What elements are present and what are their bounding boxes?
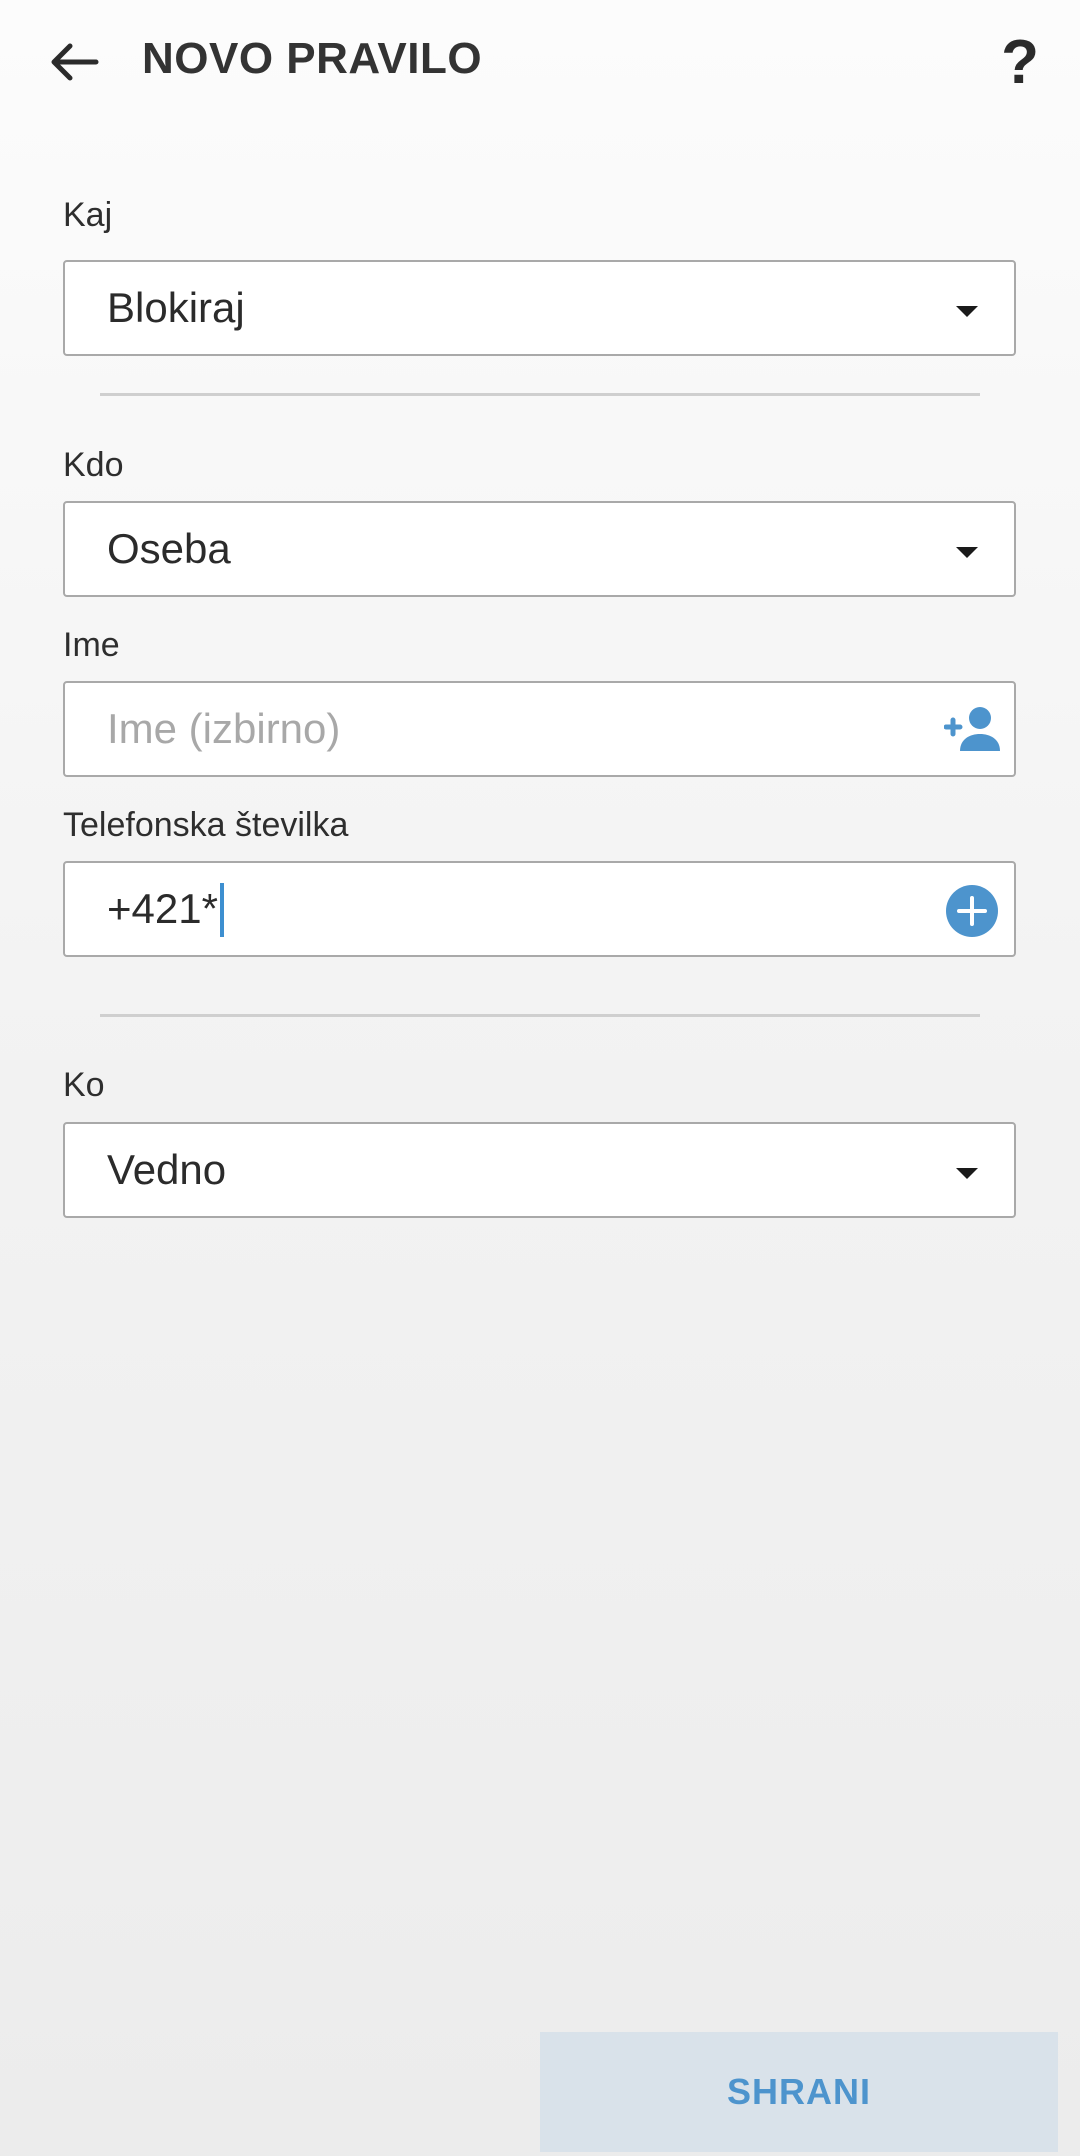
kaj-dropdown[interactable]: Blokiraj [63, 260, 1016, 356]
ime-input[interactable]: Ime (izbirno) [63, 681, 1016, 777]
arrow-left-icon [51, 43, 99, 81]
back-button[interactable] [36, 24, 112, 100]
section-divider [100, 1014, 980, 1017]
add-person-icon [943, 707, 1000, 751]
telefon-input[interactable]: +421* [63, 861, 1016, 957]
kdo-label: Kdo [63, 446, 124, 484]
add-circle-icon [946, 885, 998, 937]
text-cursor [220, 883, 224, 937]
help-button[interactable]: ? [984, 22, 1056, 102]
add-contact-button[interactable] [943, 703, 1004, 755]
dropdown-arrow-icon [956, 547, 978, 558]
ime-label: Ime [63, 626, 120, 664]
ko-label: Ko [63, 1066, 105, 1104]
telefon-value: +421* [107, 885, 218, 932]
ime-placeholder: Ime (izbirno) [107, 705, 341, 752]
app-bar: NOVO PRAVILO ? [0, 0, 1080, 124]
kdo-value: Oseba [107, 525, 231, 572]
ko-value: Vedno [107, 1146, 227, 1193]
dropdown-arrow-icon [956, 306, 978, 317]
add-number-button[interactable] [944, 883, 1000, 939]
kaj-value: Blokiraj [107, 284, 245, 331]
dropdown-arrow-icon [956, 1168, 978, 1179]
page-title: NOVO PRAVILO [142, 34, 483, 83]
kaj-label: Kaj [63, 196, 113, 234]
save-button[interactable]: SHRANI [540, 2032, 1058, 2152]
section-divider [100, 393, 980, 396]
ko-dropdown[interactable]: Vedno [63, 1122, 1016, 1218]
telefon-label: Telefonska številka [63, 806, 349, 844]
kdo-dropdown[interactable]: Oseba [63, 501, 1016, 597]
help-icon: ? [1001, 27, 1039, 97]
